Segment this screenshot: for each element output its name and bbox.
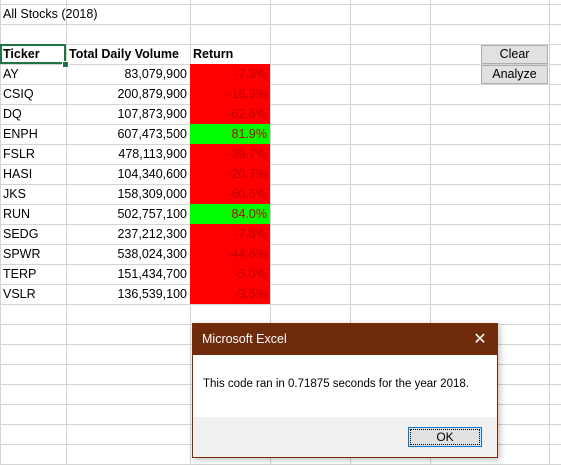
volume-cell[interactable]: 607,473,500 bbox=[66, 124, 190, 144]
volume-cell[interactable]: 83,079,900 bbox=[66, 64, 190, 84]
ticker-cell[interactable]: TERP bbox=[0, 264, 66, 284]
return-cell[interactable]: -3.5% bbox=[190, 284, 270, 304]
volume-cell[interactable]: 538,024,300 bbox=[66, 244, 190, 264]
ticker-cell[interactable]: SPWR bbox=[0, 244, 66, 264]
return-value: -60.5% bbox=[227, 187, 267, 201]
return-value: 84.0% bbox=[231, 207, 267, 221]
header-return[interactable]: Return bbox=[190, 44, 270, 64]
return-cell[interactable]: -39.7% bbox=[190, 144, 270, 164]
ticker-cell[interactable]: JKS bbox=[0, 184, 66, 204]
return-cell[interactable]: -20.7% bbox=[190, 164, 270, 184]
volume-cell[interactable]: 478,113,900 bbox=[66, 144, 190, 164]
message-dialog: Microsoft Excel ✕ This code ran in 0.718… bbox=[192, 323, 498, 458]
volume-cell[interactable]: 200,879,900 bbox=[66, 84, 190, 104]
ticker-cell[interactable]: HASI bbox=[0, 164, 66, 184]
dialog-body: This code ran in 0.71875 seconds for the… bbox=[193, 355, 497, 417]
header-total-daily-volume[interactable]: Total Daily Volume bbox=[66, 44, 190, 64]
ticker-cell[interactable]: DQ bbox=[0, 104, 66, 124]
return-value: -3.5% bbox=[234, 287, 267, 301]
return-cell[interactable]: 84.0% bbox=[190, 204, 270, 224]
return-cell[interactable]: -60.5% bbox=[190, 184, 270, 204]
close-icon[interactable]: ✕ bbox=[463, 324, 497, 355]
return-value: -7.8% bbox=[234, 227, 267, 241]
return-cell[interactable]: -62.6% bbox=[190, 104, 270, 124]
ticker-cell[interactable]: ENPH bbox=[0, 124, 66, 144]
volume-cell[interactable]: 158,309,000 bbox=[66, 184, 190, 204]
volume-cell[interactable]: 237,212,300 bbox=[66, 224, 190, 244]
return-value: -44.6% bbox=[227, 247, 267, 261]
return-value: -62.6% bbox=[227, 107, 267, 121]
clear-button[interactable]: Clear bbox=[481, 45, 548, 64]
return-cell[interactable]: -44.6% bbox=[190, 244, 270, 264]
volume-cell[interactable]: 136,539,100 bbox=[66, 284, 190, 304]
return-cell[interactable]: -16.3% bbox=[190, 84, 270, 104]
return-value: -39.7% bbox=[227, 147, 267, 161]
return-cell[interactable]: -7.8% bbox=[190, 224, 270, 244]
fill-handle[interactable] bbox=[62, 61, 69, 68]
analyze-button[interactable]: Analyze bbox=[481, 65, 548, 84]
volume-cell[interactable]: 502,757,100 bbox=[66, 204, 190, 224]
return-value: -20.7% bbox=[227, 167, 267, 181]
ok-button[interactable]: OK bbox=[408, 427, 482, 447]
return-value: -5.0% bbox=[234, 267, 267, 281]
ticker-cell[interactable]: FSLR bbox=[0, 144, 66, 164]
ticker-cell[interactable]: VSLR bbox=[0, 284, 66, 304]
sheet-title[interactable]: All Stocks (2018) bbox=[0, 4, 200, 24]
dialog-message: This code ran in 0.71875 seconds for the… bbox=[203, 378, 469, 390]
active-cell-selection bbox=[0, 44, 66, 64]
ticker-cell[interactable]: CSIQ bbox=[0, 84, 66, 104]
ticker-cell[interactable]: SEDG bbox=[0, 224, 66, 244]
dialog-title: Microsoft Excel bbox=[193, 324, 497, 355]
return-value: -7.3% bbox=[234, 67, 267, 81]
return-cell[interactable]: 81.9% bbox=[190, 124, 270, 144]
volume-cell[interactable]: 151,434,700 bbox=[66, 264, 190, 284]
ticker-cell[interactable]: AY bbox=[0, 64, 66, 84]
volume-cell[interactable]: 104,340,600 bbox=[66, 164, 190, 184]
return-cell[interactable]: -7.3% bbox=[190, 64, 270, 84]
return-value: -16.3% bbox=[227, 87, 267, 101]
volume-cell[interactable]: 107,873,900 bbox=[66, 104, 190, 124]
return-cell[interactable]: -5.0% bbox=[190, 264, 270, 284]
return-value: 81.9% bbox=[231, 127, 267, 141]
ticker-cell[interactable]: RUN bbox=[0, 204, 66, 224]
